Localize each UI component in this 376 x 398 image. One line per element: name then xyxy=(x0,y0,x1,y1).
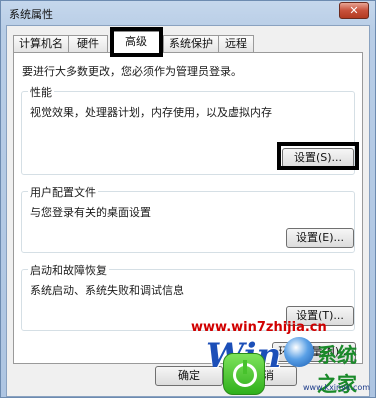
tab-computer-name[interactable]: 计算机名 xyxy=(13,35,69,53)
tab-remote[interactable]: 远程 xyxy=(218,35,254,53)
site-url-watermark: www.kxinyk.com xyxy=(303,383,371,392)
window-title: 系统属性 xyxy=(9,8,53,21)
system-properties-window: 系统属性 ✕ 计算机名 硬件 高级 系统保护 远程 要进行大多数更改，您必须作为… xyxy=(0,0,376,398)
close-button[interactable]: ✕ xyxy=(339,2,369,19)
performance-settings-highlight-box xyxy=(277,142,359,170)
admin-notice: 要进行大多数更改，您必须作为管理员登录。 xyxy=(22,65,242,78)
user-profiles-group: 用户配置文件 与您登录有关的桌面设置 设置(E)... xyxy=(21,184,355,253)
performance-group-title: 性能 xyxy=(28,84,54,100)
user-profiles-group-title: 用户配置文件 xyxy=(28,184,98,200)
windows-orb-icon xyxy=(284,337,314,367)
user-profiles-settings-button[interactable]: 设置(E)... xyxy=(286,228,354,248)
startup-recovery-group-title: 启动和故障恢复 xyxy=(28,262,109,278)
advanced-tab-highlight-box xyxy=(110,27,163,57)
power-icon xyxy=(223,353,265,395)
performance-group-desc: 视觉效果，处理器计划，内存使用，以及虚拟内存 xyxy=(30,106,272,119)
startup-recovery-group-desc: 系统启动、系统失败和调试信息 xyxy=(30,284,184,297)
tab-hardware[interactable]: 硬件 xyxy=(68,35,108,53)
user-profiles-group-desc: 与您登录有关的桌面设置 xyxy=(30,206,151,219)
tab-system-protection[interactable]: 系统保护 xyxy=(163,35,219,53)
title-bar[interactable]: 系统属性 ✕ xyxy=(1,1,375,23)
advanced-tab-panel: 要进行大多数更改，您必须作为管理员登录。 性能 视觉效果，处理器计划，内存使用，… xyxy=(13,52,363,364)
watermark-url-text: www.win7zhijia.cn xyxy=(191,320,327,335)
